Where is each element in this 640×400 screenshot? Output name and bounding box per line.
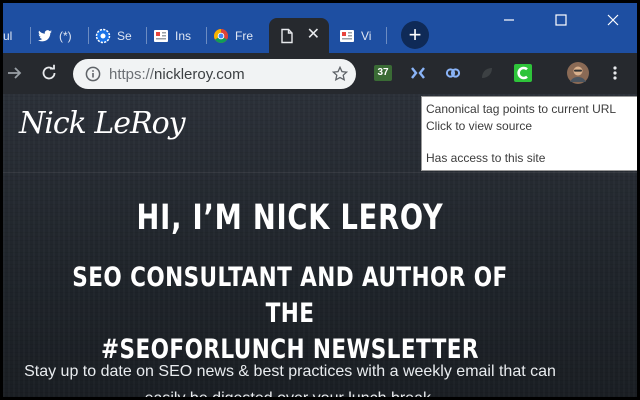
tab-free[interactable]: Fre bbox=[207, 18, 269, 53]
site-logo[interactable]: Nick LeRoy bbox=[19, 106, 186, 141]
extension-link[interactable] bbox=[443, 63, 463, 83]
tooltip-spacer bbox=[426, 135, 637, 150]
document-icon bbox=[279, 28, 295, 44]
tab-partial[interactable]: ul bbox=[3, 18, 31, 53]
reload-button[interactable] bbox=[37, 61, 61, 85]
report-icon bbox=[153, 28, 169, 44]
close-window-button[interactable] bbox=[593, 7, 633, 33]
page-subtitle: SEO CONSULTANT AND AUTHOR OF THE #SEOFOR… bbox=[60, 260, 519, 368]
maximize-icon bbox=[555, 14, 567, 26]
tab-title: Se bbox=[117, 28, 132, 43]
minimize-button[interactable] bbox=[489, 7, 529, 33]
link-icon bbox=[445, 68, 461, 78]
browser-window: ul (*) Se Ins Fre ✕ Vi + https://nickler… bbox=[3, 3, 637, 397]
twitter-bird-icon bbox=[37, 28, 53, 44]
url-host: nickleroy.com bbox=[154, 65, 245, 83]
extension-faded[interactable] bbox=[477, 63, 497, 83]
new-tab-button[interactable]: + bbox=[401, 21, 429, 49]
extension-arrows[interactable] bbox=[408, 63, 428, 83]
page-title: HI, I’M NICK LEROY bbox=[136, 198, 444, 238]
info-icon[interactable] bbox=[85, 66, 101, 82]
url-scheme: https:// bbox=[109, 65, 155, 83]
tooltip-line: Canonical tag points to current URL bbox=[426, 102, 617, 116]
tab-title: (*) bbox=[59, 28, 72, 43]
close-icon bbox=[607, 14, 619, 26]
forward-button[interactable] bbox=[3, 61, 27, 85]
subtitle-line: SEO CONSULTANT AND AUTHOR OF THE bbox=[72, 262, 508, 329]
tab-strip: ul (*) Se Ins Fre ✕ Vi + bbox=[3, 3, 637, 53]
gear-badge-icon bbox=[95, 28, 111, 44]
extension-badge[interactable]: 37 bbox=[373, 63, 393, 83]
menu-button[interactable] bbox=[605, 63, 625, 83]
kebab-menu-icon bbox=[613, 66, 617, 80]
tab-view[interactable]: Vi bbox=[329, 18, 387, 53]
tab-title: Fre bbox=[235, 28, 253, 43]
tab-title: Ins bbox=[175, 28, 192, 43]
reload-icon bbox=[42, 64, 56, 80]
star-icon[interactable] bbox=[332, 66, 348, 82]
report-icon bbox=[339, 28, 355, 44]
extension-tooltip: Canonical tag points to current URL Clic… bbox=[421, 96, 637, 171]
tab-twitter[interactable]: (*) bbox=[31, 18, 89, 53]
intro-line: Stay up to date on SEO news & best pract… bbox=[24, 363, 556, 380]
intro-line: easily be digested over your lunch break… bbox=[3, 385, 577, 397]
badge-count: 37 bbox=[374, 65, 392, 81]
avatar[interactable] bbox=[567, 62, 589, 84]
header-divider bbox=[3, 172, 637, 173]
tab-insights[interactable]: Ins bbox=[147, 18, 207, 53]
minimize-icon bbox=[504, 19, 514, 21]
canonical-c-icon bbox=[514, 64, 532, 82]
chrome-icon bbox=[213, 28, 229, 44]
arrow-right-icon bbox=[8, 67, 22, 79]
leaf-icon bbox=[482, 68, 492, 78]
extension-canonical[interactable] bbox=[513, 63, 533, 83]
tooltip-line: Has access to this site bbox=[426, 151, 546, 165]
swap-arrows-icon bbox=[411, 67, 425, 79]
tab-title: ul bbox=[3, 28, 13, 43]
close-tab-icon[interactable]: ✕ bbox=[307, 27, 320, 43]
url-text: https://nickleroy.com bbox=[109, 66, 245, 83]
tab-title: Vi bbox=[361, 28, 372, 43]
maximize-button[interactable] bbox=[541, 7, 581, 33]
tab-search-console[interactable]: Se bbox=[89, 18, 147, 53]
address-bar[interactable]: https://nickleroy.com bbox=[73, 59, 356, 89]
intro-text: Stay up to date on SEO news & best pract… bbox=[3, 358, 577, 397]
tooltip-line: Click to view source bbox=[426, 119, 533, 133]
browser-toolbar: https://nickleroy.com 37 bbox=[3, 53, 637, 94]
tab-active[interactable]: ✕ bbox=[269, 18, 329, 53]
